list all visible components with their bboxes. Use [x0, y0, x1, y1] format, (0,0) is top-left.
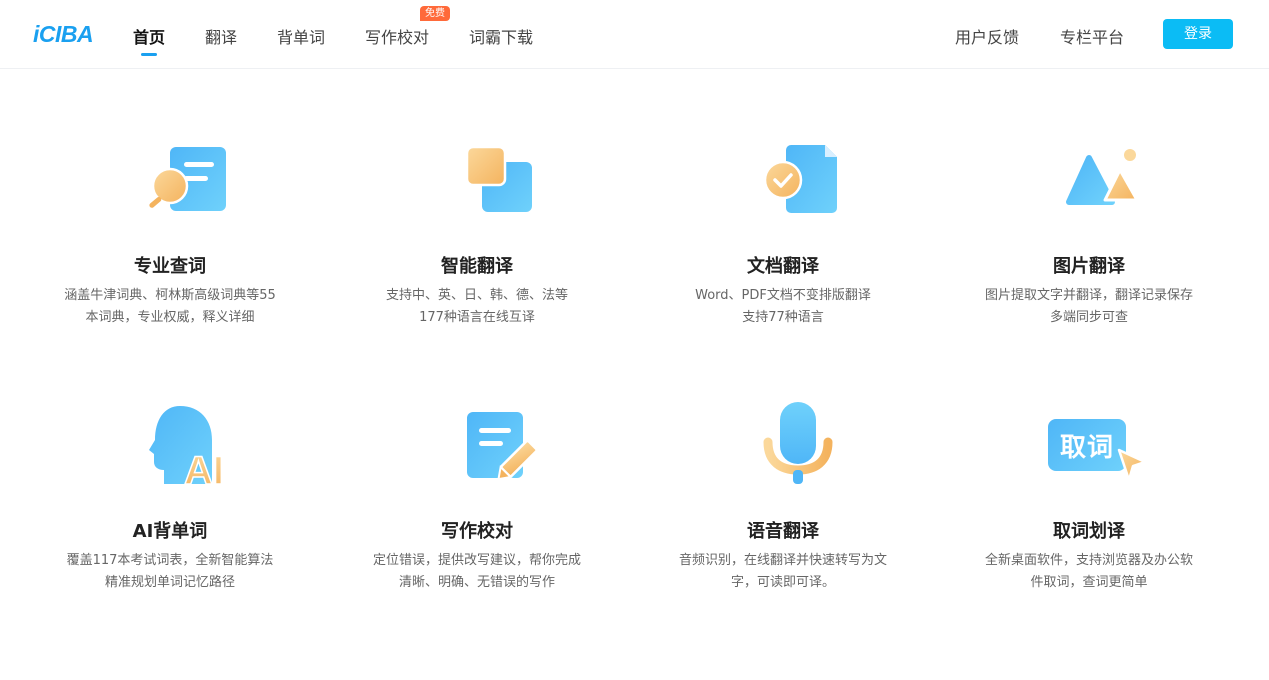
nav-translate[interactable]: 翻译 — [205, 24, 237, 48]
nav-active-indicator — [141, 53, 157, 56]
nav-writing-check[interactable]: 写作校对 — [365, 24, 429, 48]
feature-desc-line1: 定位错误，提供改写建议，帮你完成 — [372, 553, 581, 568]
feature-title: 写作校对 — [441, 521, 513, 542]
feature-desc-line1: 覆盖117本考试词表，全新智能算法 — [66, 553, 274, 568]
feature-title: 专业查词 — [134, 256, 206, 277]
feature-desc-line2: 件取词，查词更简单 — [1030, 575, 1148, 590]
feature-desc-line2: 177种语言在线互译 — [419, 310, 535, 325]
dictionary-search-icon — [149, 147, 226, 211]
feature-card-document-translate[interactable]: 文档翻译 Word、PDF文档不变排版翻译 支持77种语言 — [630, 135, 936, 335]
feature-desc-line1: 涵盖牛津词典、柯林斯高级词典等55 — [64, 288, 276, 303]
feature-desc-line1: 支持中、英、日、韩、德、法等 — [385, 288, 568, 303]
feature-card-image-translate[interactable]: 图片翻译 图片提取文字并翻译，翻译记录保存 多端同步可查 — [936, 135, 1242, 335]
feature-title: 图片翻译 — [1053, 256, 1125, 277]
translate-squares-icon — [465, 145, 532, 212]
feature-card-ai-vocabulary[interactable]: AI AI背单词 覆盖117本考试词表，全新智能算法 精准规划单词记忆路径 — [17, 400, 323, 600]
feature-title: 语音翻译 — [747, 521, 819, 542]
feature-desc-line2: 多端同步可查 — [1049, 310, 1128, 325]
feature-desc-line2: 精准规划单词记忆路径 — [104, 575, 235, 590]
feature-desc-line2: 支持77种语言 — [742, 310, 824, 325]
feature-desc-line2: 字，可读即可译。 — [730, 575, 835, 590]
free-badge: 免费 — [420, 6, 450, 21]
nav-download[interactable]: 词霸下载 — [469, 24, 533, 48]
feature-card-voice-translate[interactable]: 语音翻译 音频识别，在线翻译并快速转写为文 字，可读即可译。 — [630, 400, 936, 600]
login-button[interactable]: 登录 — [1163, 19, 1233, 49]
feature-desc-line1: 全新桌面软件，支持浏览器及办公软 — [984, 553, 1193, 568]
nav-vocabulary[interactable]: 背单词 — [277, 24, 325, 48]
writing-pencil-icon — [467, 412, 537, 481]
feature-desc-line2: 本词典，专业权威，释义详细 — [85, 310, 255, 325]
feature-title: 文档翻译 — [747, 256, 819, 277]
feature-card-word-pick[interactable]: 取词 取词划译 全新桌面软件，支持浏览器及办公软 件取词，查词更简单 — [936, 400, 1242, 600]
feature-title: AI背单词 — [132, 521, 208, 542]
feedback-link[interactable]: 用户反馈 — [955, 24, 1019, 48]
microphone-icon — [763, 402, 833, 484]
feature-desc-line1: 图片提取文字并翻译，翻译记录保存 — [984, 288, 1193, 303]
feature-desc-line1: Word、PDF文档不变排版翻译 — [695, 288, 871, 303]
nav-home[interactable]: 首页 — [133, 24, 165, 48]
feature-title: 取词划译 — [1053, 521, 1125, 542]
image-mountain-icon — [1066, 149, 1139, 205]
feature-card-writing-check[interactable]: 写作校对 定位错误，提供改写建议，帮你完成 清晰、明确、无错误的写作 — [324, 400, 630, 600]
document-check-icon — [763, 145, 837, 213]
feature-title: 智能翻译 — [441, 256, 513, 277]
column-platform-link[interactable]: 专栏平台 — [1060, 24, 1124, 48]
cursor-arrow-icon — [1117, 448, 1147, 482]
top-navigation-bar: iCIBA 首页 翻译 背单词 写作校对 免费 词霸下载 用户反馈 专栏平台 登… — [0, 0, 1269, 69]
feature-desc-line1: 音频识别，在线翻译并快速转写为文 — [678, 553, 887, 568]
feature-card-smart-translate[interactable]: 智能翻译 支持中、英、日、韩、德、法等 177种语言在线互译 — [324, 135, 630, 335]
feature-card-dictionary[interactable]: 专业查词 涵盖牛津词典、柯林斯高级词典等55 本词典，专业权威，释义详细 — [17, 135, 323, 335]
word-pick-cursor-icon: 取词 — [1048, 404, 1149, 484]
ai-head-icon: AI — [149, 406, 225, 484]
svg-text:AI: AI — [184, 449, 224, 484]
feature-desc-line2: 清晰、明确、无错误的写作 — [398, 575, 555, 590]
iciba-logo[interactable]: iCIBA — [33, 21, 94, 48]
